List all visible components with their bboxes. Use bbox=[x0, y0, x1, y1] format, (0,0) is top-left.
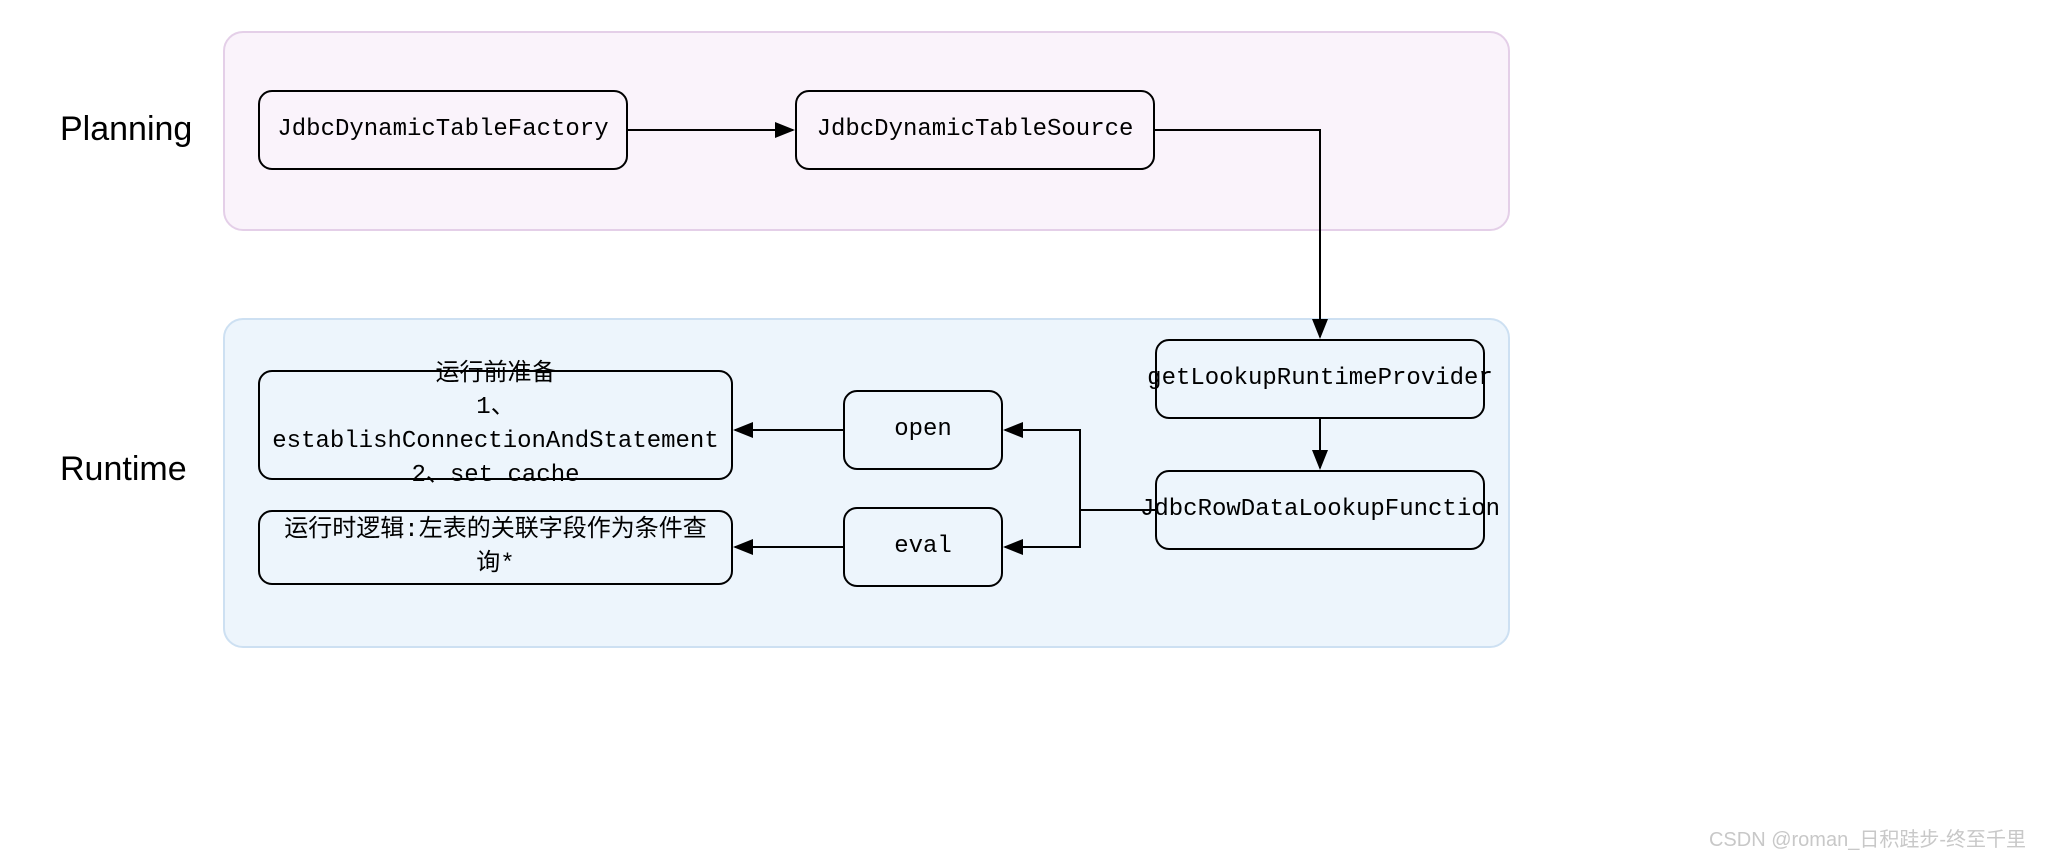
node-eval-label: eval bbox=[894, 530, 952, 564]
node-eval: eval bbox=[843, 507, 1003, 587]
eval-desc-label: 运行时逻辑:左表的关联字段作为条件查询* bbox=[276, 514, 715, 581]
node-eval-desc: 运行时逻辑:左表的关联字段作为条件查询* bbox=[258, 510, 733, 585]
runtime-label: Runtime bbox=[60, 450, 187, 489]
node-factory: JdbcDynamicTableFactory bbox=[258, 90, 628, 170]
open-desc-line3: 2、set cache bbox=[411, 459, 579, 493]
node-lookup-fn-label: JdbcRowDataLookupFunction bbox=[1140, 493, 1500, 527]
open-desc-line2: 1、establishConnectionAndStatement bbox=[272, 391, 718, 458]
watermark: CSDN @roman_日积跬步-终至千里 bbox=[1709, 823, 2026, 852]
node-lookup-fn: JdbcRowDataLookupFunction bbox=[1155, 470, 1485, 550]
node-source: JdbcDynamicTableSource bbox=[795, 90, 1155, 170]
node-source-label: JdbcDynamicTableSource bbox=[817, 113, 1134, 147]
open-desc-line1: 运行前准备 bbox=[436, 358, 556, 392]
node-open-label: open bbox=[894, 413, 952, 447]
node-provider-label: getLookupRuntimeProvider bbox=[1147, 362, 1493, 396]
planning-label: Planning bbox=[60, 110, 192, 149]
node-factory-label: JdbcDynamicTableFactory bbox=[277, 113, 608, 147]
node-provider: getLookupRuntimeProvider bbox=[1155, 339, 1485, 419]
node-open-desc: 运行前准备 1、establishConnectionAndStatement … bbox=[258, 370, 733, 480]
node-open: open bbox=[843, 390, 1003, 470]
